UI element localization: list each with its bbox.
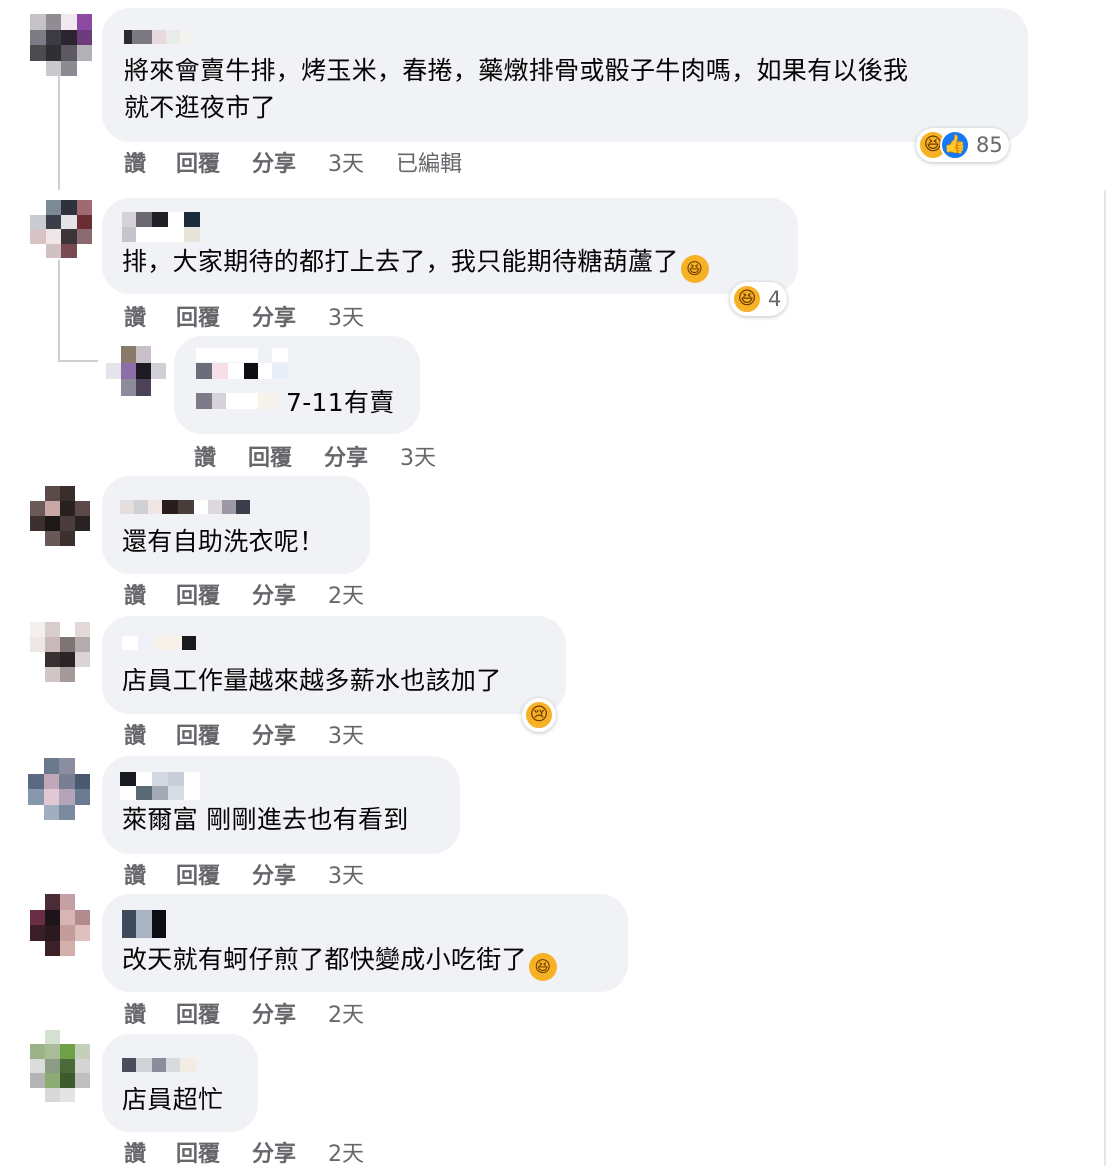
rolling-laughing-emoji: 😆 — [528, 953, 557, 981]
avatar[interactable] — [30, 486, 90, 546]
avatar[interactable] — [106, 346, 166, 396]
comment-actions: 讚 回覆 分享 3天 — [124, 718, 364, 750]
share-button[interactable]: 分享 — [252, 858, 296, 890]
comment-actions: 讚 回覆 分享 3天 已編輯 — [124, 146, 462, 178]
reaction-count: 4 — [768, 287, 782, 311]
commenter-name-blurred[interactable] — [122, 636, 196, 650]
rolling-laughing-emoji: 😆 — [680, 255, 709, 283]
timestamp[interactable]: 3天 — [328, 146, 364, 178]
reply-button[interactable]: 回覆 — [176, 858, 220, 890]
timestamp[interactable]: 2天 — [328, 1136, 364, 1168]
reply-button[interactable]: 回覆 — [176, 300, 220, 332]
commenter-name-blurred[interactable] — [196, 348, 288, 380]
scroll-divider — [1104, 190, 1106, 1166]
like-button[interactable]: 讚 — [124, 997, 146, 1029]
timestamp[interactable]: 3天 — [328, 300, 364, 332]
comment-text: 將來會賣牛排，烤玉米，春捲，藥燉排骨或骰子牛肉嗎，如果有以後我 — [124, 56, 909, 85]
comment-actions: 讚 回覆 分享 3天 — [124, 300, 364, 332]
sad-icon: 😢 — [524, 700, 554, 730]
comment-text: 排，大家期待的都打上去了，我只能期待糖葫蘆了 😆 — [122, 243, 709, 283]
reaction-summary[interactable]: 😆 4 — [730, 282, 788, 316]
comment-actions: 讚 回覆 分享 2天 — [124, 1136, 364, 1168]
share-button[interactable]: 分享 — [252, 146, 296, 178]
comment-actions: 讚 回覆 分享 2天 — [124, 578, 364, 610]
share-button[interactable]: 分享 — [252, 997, 296, 1029]
comment-text: 萊爾富 剛剛進去也有看到 — [122, 805, 409, 834]
timestamp[interactable]: 2天 — [328, 997, 364, 1029]
comment-text: 改天就有蚵仔煎了都快變成小吃街了 😆 — [122, 941, 557, 981]
commenter-name-blurred[interactable] — [120, 500, 250, 514]
like-button[interactable]: 讚 — [194, 440, 216, 472]
timestamp[interactable]: 3天 — [400, 440, 436, 472]
reply-button[interactable]: 回覆 — [176, 578, 220, 610]
like-button[interactable]: 讚 — [124, 146, 146, 178]
avatar[interactable] — [30, 622, 90, 682]
thread-line — [58, 360, 98, 362]
thread-line — [58, 260, 60, 360]
like-button[interactable]: 讚 — [124, 718, 146, 750]
thread-line — [58, 72, 60, 190]
timestamp[interactable]: 3天 — [328, 718, 364, 750]
like-button[interactable]: 讚 — [124, 300, 146, 332]
reply-button[interactable]: 回覆 — [248, 440, 292, 472]
commenter-name-blurred[interactable] — [120, 772, 200, 800]
like-button[interactable]: 讚 — [124, 578, 146, 610]
reply-button[interactable]: 回覆 — [176, 718, 220, 750]
commenter-name-blurred[interactable] — [122, 910, 166, 938]
comment-text: 店員超忙 — [122, 1085, 224, 1114]
avatar[interactable] — [30, 1030, 90, 1102]
commenter-name-blurred[interactable] — [122, 1058, 196, 1072]
reply-button[interactable]: 回覆 — [176, 997, 220, 1029]
reaction-count: 85 — [976, 133, 1003, 157]
comment-actions: 讚 回覆 分享 3天 — [194, 440, 436, 472]
timestamp[interactable]: 3天 — [328, 858, 364, 890]
avatar[interactable] — [30, 894, 90, 956]
comment-actions: 讚 回覆 分享 3天 — [124, 858, 364, 890]
share-button[interactable]: 分享 — [252, 718, 296, 750]
commenter-name-blurred[interactable] — [124, 30, 192, 44]
mention-blurred[interactable] — [196, 393, 278, 409]
share-button[interactable]: 分享 — [252, 578, 296, 610]
like-button[interactable]: 讚 — [124, 858, 146, 890]
haha-icon: 😆 — [732, 284, 762, 314]
share-button[interactable]: 分享 — [252, 1136, 296, 1168]
comment-actions: 讚 回覆 分享 2天 — [124, 997, 364, 1029]
comment-text: 就不逛夜市了 — [124, 93, 276, 122]
comment-text: 店員工作量越來越多薪水也該加了 — [122, 666, 502, 695]
reaction-summary[interactable]: 😢 — [522, 698, 556, 732]
comment-text: 7-11有賣 — [286, 388, 395, 417]
timestamp[interactable]: 2天 — [328, 578, 364, 610]
share-button[interactable]: 分享 — [324, 440, 368, 472]
commenter-name-blurred[interactable] — [122, 212, 202, 242]
avatar[interactable] — [30, 200, 92, 258]
reply-button[interactable]: 回覆 — [176, 146, 220, 178]
avatar[interactable] — [28, 758, 90, 820]
reply-button[interactable]: 回覆 — [176, 1136, 220, 1168]
like-icon: 👍 — [940, 130, 970, 160]
like-button[interactable]: 讚 — [124, 1136, 146, 1168]
edited-label[interactable]: 已編輯 — [396, 146, 462, 178]
avatar[interactable] — [30, 14, 92, 76]
share-button[interactable]: 分享 — [252, 300, 296, 332]
comment-text: 還有自助洗衣呢！ — [122, 527, 325, 556]
reaction-summary[interactable]: 😆 👍 85 — [916, 128, 1009, 162]
